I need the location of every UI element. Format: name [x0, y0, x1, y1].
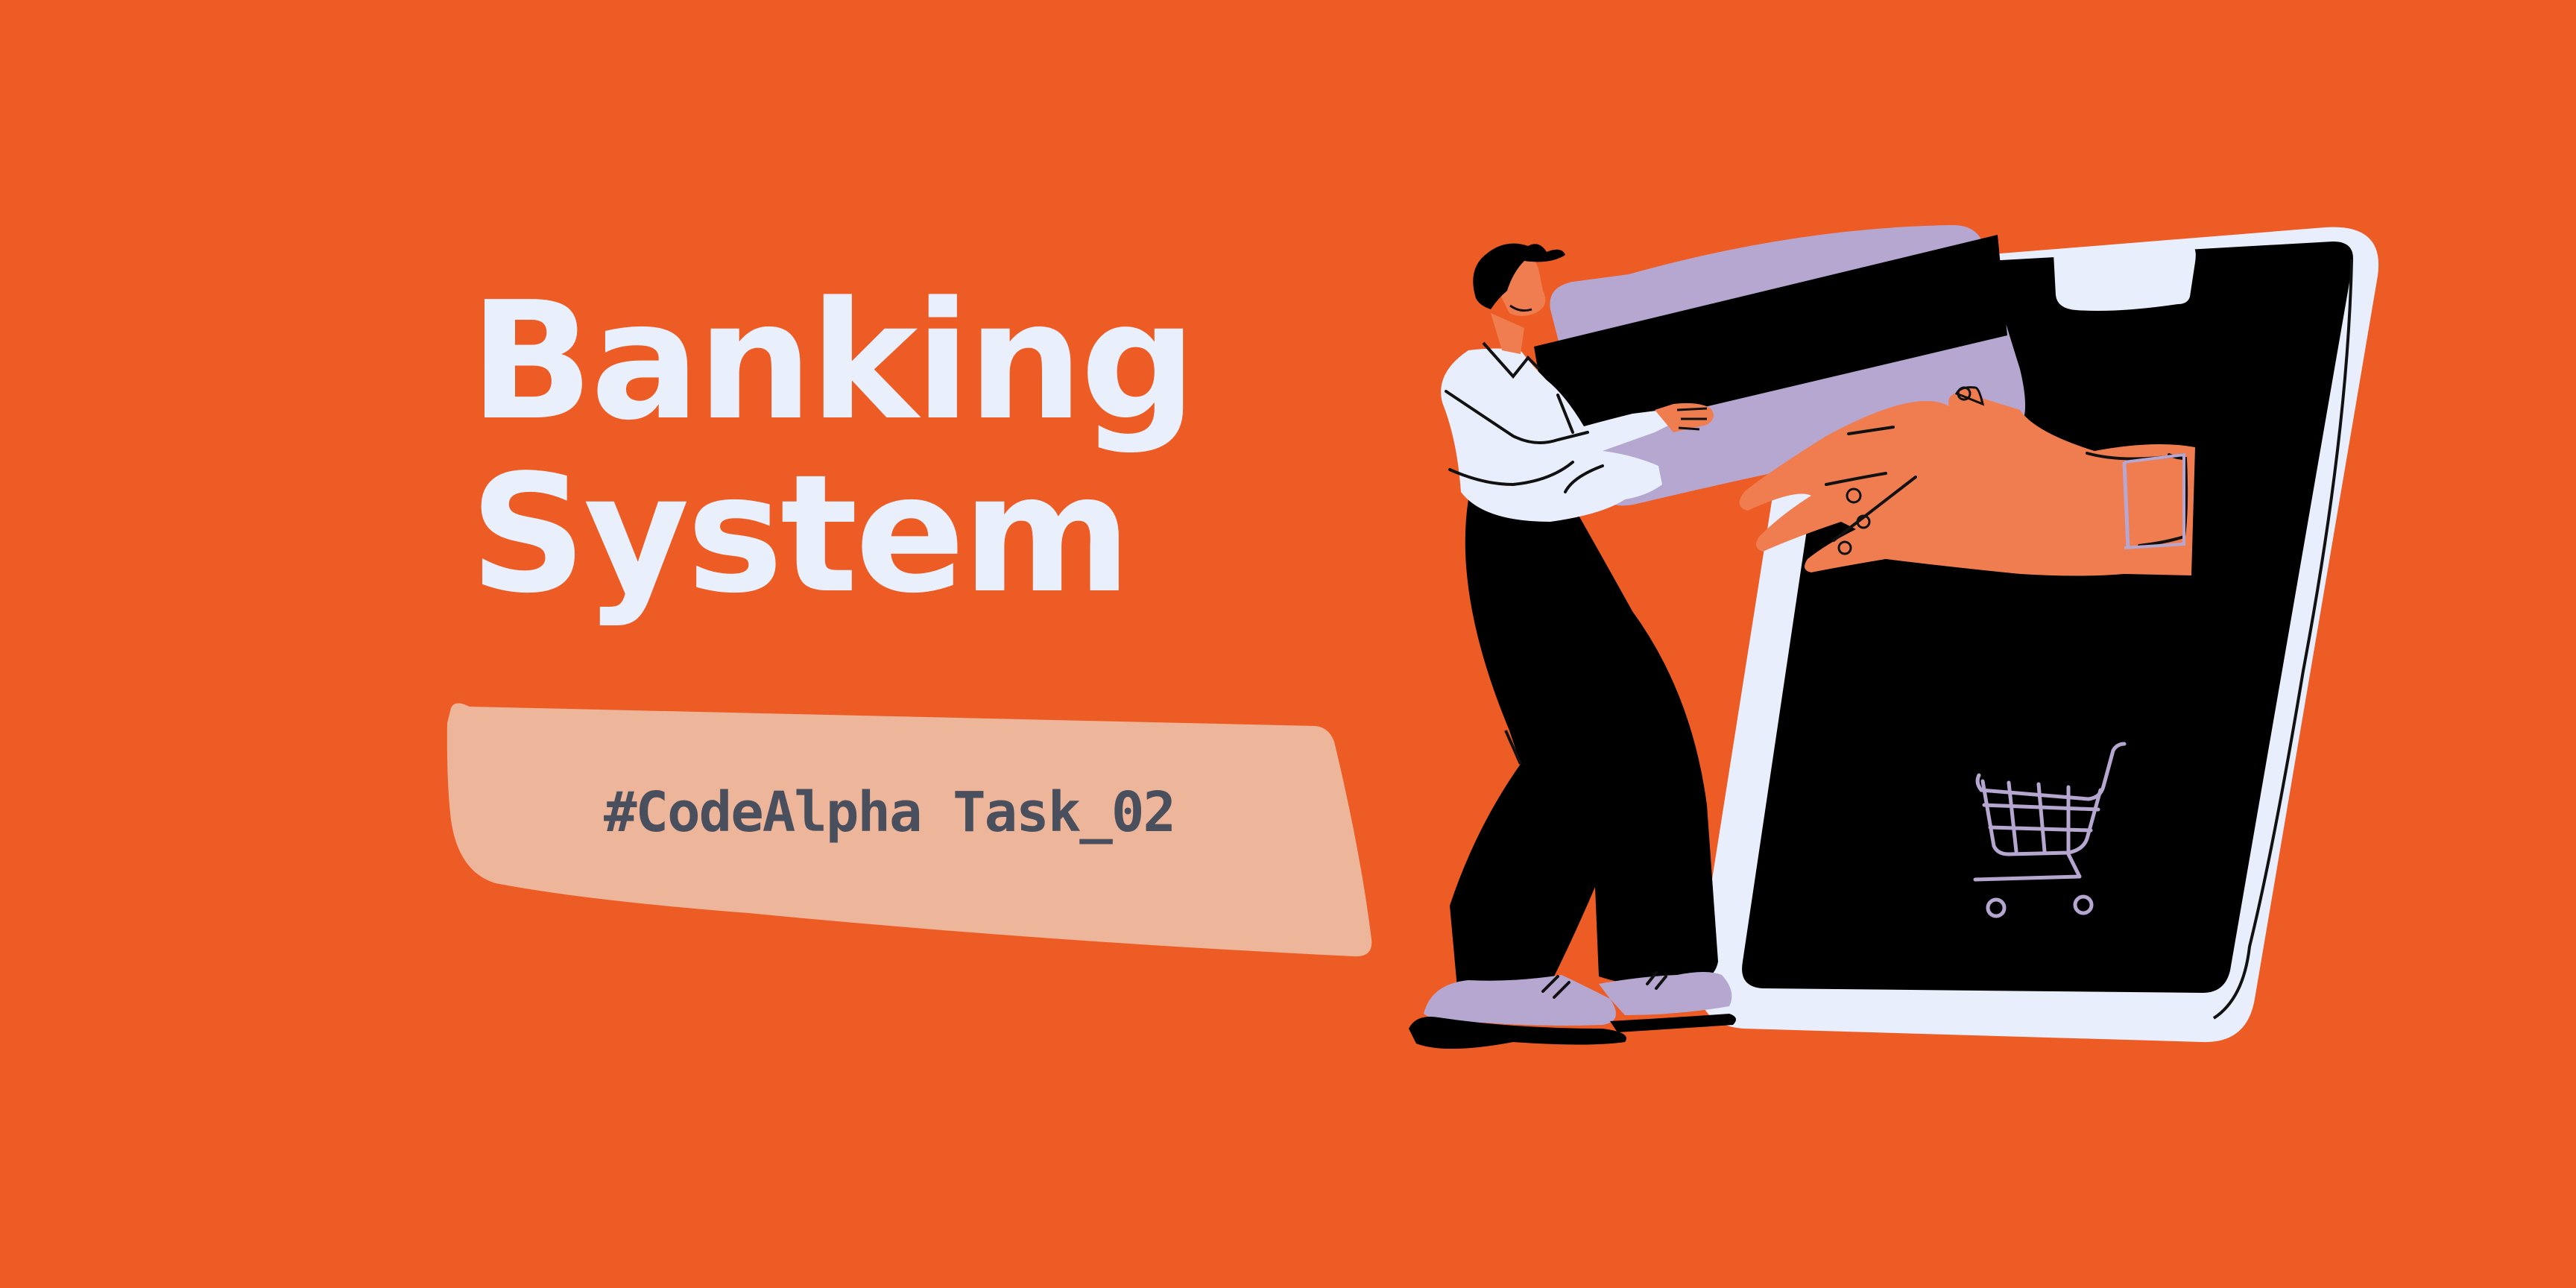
banner: Banking System #CodeAlpha Task_02 — [0, 0, 2576, 1288]
title-line-2: System — [470, 441, 1131, 629]
task-tag: #CodeAlpha Task_02 — [604, 780, 1176, 845]
title-line-1: Banking — [470, 268, 1196, 456]
banking-illustration — [1409, 225, 2379, 1049]
banner-title: Banking System — [470, 268, 1196, 629]
